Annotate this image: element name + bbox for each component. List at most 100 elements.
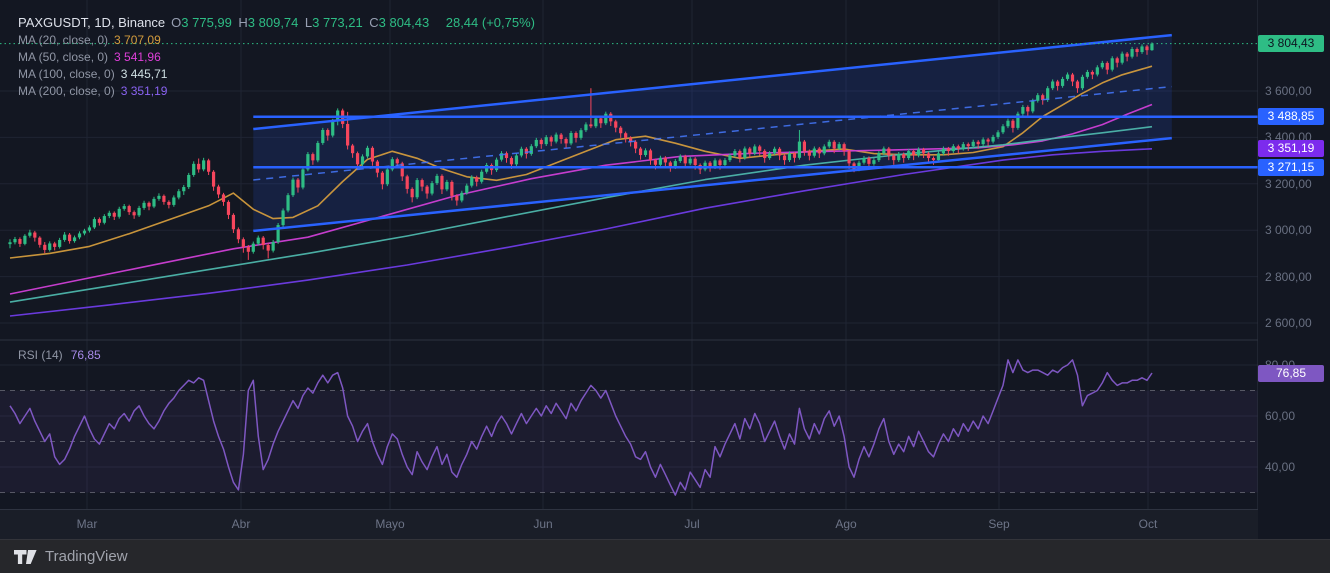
ma-legend-label: MA (50, close, 0): [18, 49, 109, 64]
candle-body: [509, 158, 514, 165]
month-label: Oct: [1138, 517, 1158, 531]
candle-body: [1145, 46, 1149, 51]
candle-body: [87, 227, 92, 231]
candle-body: [241, 239, 245, 247]
candle-body: [266, 245, 270, 251]
candle-body: [897, 154, 901, 161]
price-axis[interactable]: 3 600,00 3 400,00 3 200,00 3 000,00 2 800,00…: [1258, 0, 1330, 539]
candle-body: [619, 127, 623, 134]
candle-body: [192, 163, 196, 175]
candle-body: [321, 129, 325, 143]
tradingview-logo-icon[interactable]: [14, 549, 37, 564]
candle-body: [812, 148, 816, 156]
candle-body: [360, 156, 365, 165]
candle-body: [658, 157, 663, 165]
price-badge: 3 488,85: [1258, 108, 1324, 126]
candle-body: [773, 148, 777, 154]
candle-body: [365, 147, 370, 157]
month-label: Mar: [76, 517, 98, 531]
candle-body: [1056, 81, 1060, 86]
rsi-label[interactable]: RSI (14): [18, 348, 63, 362]
candle-body: [18, 239, 22, 244]
candle-body: [420, 180, 424, 187]
candle-body: [1095, 67, 1099, 75]
candle-body: [494, 159, 499, 171]
ma-legend-label: MA (200, close, 0): [18, 83, 115, 98]
ma-legend-value: 3 541,96: [114, 49, 161, 64]
candle-body: [539, 139, 543, 145]
candle-body: [117, 208, 121, 217]
candle-body: [514, 155, 519, 165]
candle-body: [633, 141, 638, 149]
candle-body: [971, 141, 975, 147]
candle-body: [435, 175, 439, 184]
candle-body: [465, 185, 469, 193]
candle-body: [450, 181, 454, 196]
month-label: Jun: [533, 517, 553, 531]
candle-body: [862, 158, 866, 163]
ma-legend-row[interactable]: MA (50, close, 0) 3 541,96: [18, 48, 535, 65]
candle-body: [107, 212, 111, 217]
candle-body: [1051, 81, 1055, 89]
candle-body: [13, 239, 17, 243]
candle-body: [817, 148, 821, 154]
candle-body: [892, 155, 896, 161]
candle-body: [380, 172, 384, 185]
candle-body: [544, 137, 548, 145]
month-label: Jul: [684, 517, 700, 531]
candle-body: [976, 141, 980, 145]
candle-body: [157, 195, 161, 199]
price-badge: 3 271,15: [1258, 158, 1324, 176]
ma-legend-rows: MA (20, close, 0) 3 707,09 MA (50, close, …: [18, 31, 535, 99]
candle-body: [782, 155, 787, 161]
candle-body: [1001, 126, 1005, 133]
price-tick-label: 3 600,00: [1265, 84, 1312, 98]
candle-body: [579, 130, 583, 138]
candle-body: [1070, 74, 1075, 82]
candle-body: [152, 198, 156, 207]
candle-body: [231, 214, 236, 230]
candle-body: [768, 153, 772, 159]
candle-body: [912, 151, 916, 156]
candle-body: [981, 139, 985, 145]
candle-body: [723, 160, 727, 166]
ohlc-row: PAXGUSDT, 1D, Binance O3 775,99 H3 809,7…: [18, 14, 535, 31]
candle-body: [663, 157, 667, 163]
candle-body: [907, 151, 911, 159]
candle-body: [207, 160, 211, 172]
ohlc-value: 3 773,21: [312, 15, 363, 30]
candle-body: [385, 169, 389, 185]
candle-body: [72, 237, 77, 242]
candle-body: [1100, 62, 1104, 68]
candle-body: [921, 149, 926, 154]
ma-legend-row[interactable]: MA (100, close, 0) 3 445,71: [18, 65, 535, 82]
candle-body: [1026, 107, 1030, 112]
attribution-bar: TradingView: [0, 539, 1330, 573]
candle-body: [301, 169, 305, 188]
ma-legend-row[interactable]: MA (200, close, 0) 3 351,19: [18, 82, 535, 99]
candle-body: [941, 148, 946, 154]
candle-body: [425, 186, 429, 194]
candle-body: [902, 154, 906, 159]
candle-body: [226, 201, 231, 215]
candle-body: [867, 158, 871, 164]
candle-body: [599, 118, 603, 124]
candle-body: [688, 158, 692, 164]
ohlc-value: 3 775,99: [181, 15, 232, 30]
month-label: Ago: [835, 517, 857, 531]
candle-body: [23, 235, 27, 244]
candle-body: [236, 229, 240, 240]
symbol-title[interactable]: PAXGUSDT, 1D, Binance: [18, 15, 165, 30]
candle-body: [82, 230, 87, 234]
candle-body: [28, 232, 32, 236]
candle-body: [122, 206, 126, 209]
candle-body: [177, 191, 181, 198]
time-axis[interactable]: Mar Abr Mayo Jun Jul Ago Sep Oct: [0, 509, 1330, 540]
candle-body: [1046, 88, 1050, 101]
ma-legend-row[interactable]: MA (20, close, 0) 3 707,09: [18, 31, 535, 48]
ohlc-key: O: [171, 15, 182, 30]
candle-body: [1140, 46, 1144, 53]
tradingview-brand-link[interactable]: TradingView: [45, 548, 128, 565]
price-tick-label: 3 000,00: [1265, 223, 1312, 238]
candle-body: [559, 134, 563, 140]
